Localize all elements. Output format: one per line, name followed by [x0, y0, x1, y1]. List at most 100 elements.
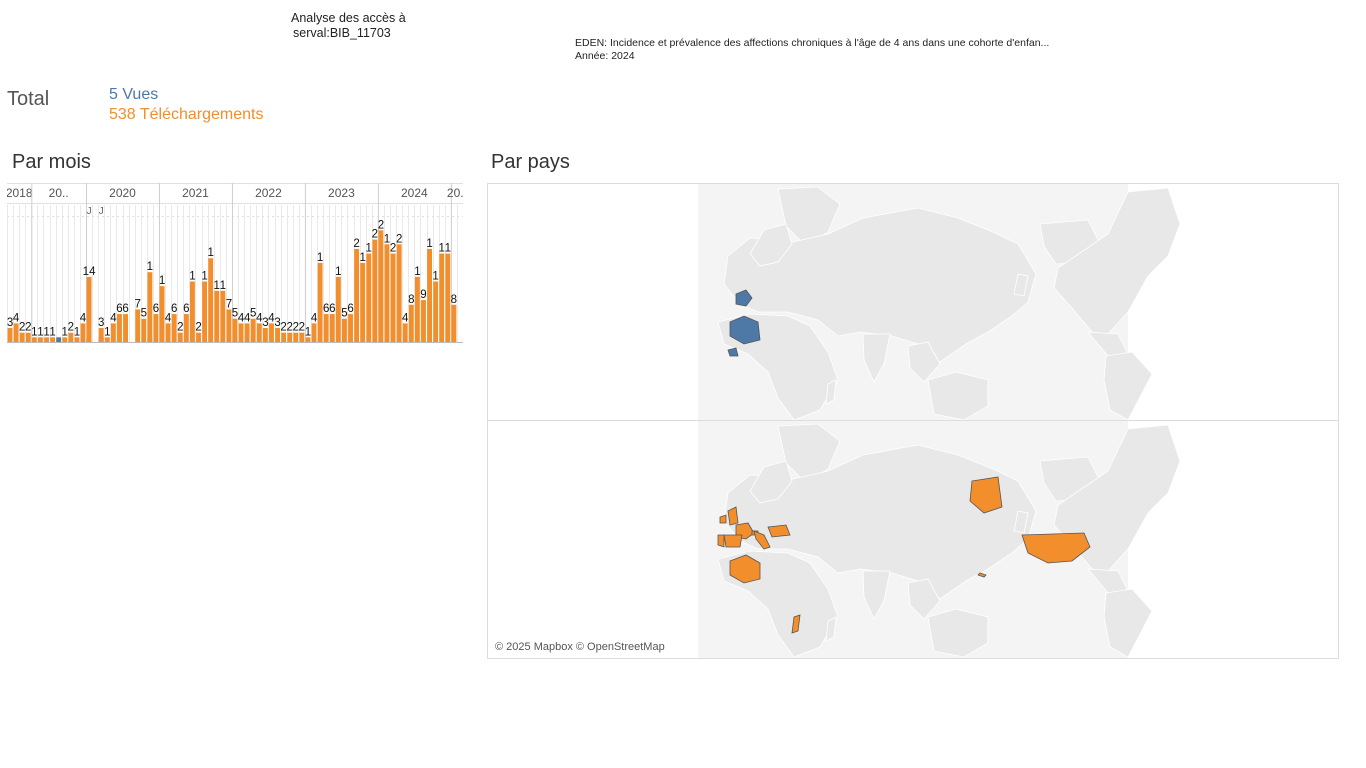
bar-telechargements [396, 244, 402, 342]
bar-telechargements [214, 290, 220, 342]
document-info: EDEN: Incidence et prévalence des affect… [575, 37, 1049, 63]
bar-data-label: 9 [420, 289, 426, 301]
map-downloads[interactable] [487, 420, 1339, 659]
month-label: J [99, 206, 104, 217]
bar-data-label: 1 [414, 266, 420, 278]
bar-telechargements [141, 318, 147, 342]
bar-telechargements [414, 276, 420, 342]
bar-telechargements [348, 314, 353, 342]
bar-telechargements [269, 323, 274, 342]
bar-telechargements [439, 253, 445, 342]
bar-data-label: 8 [451, 294, 457, 306]
bar-telechargements [123, 314, 128, 342]
bar-telechargements [226, 309, 232, 342]
bar-telechargements [360, 262, 366, 342]
bar-data-label: 6 [329, 303, 335, 315]
bar-data-label: 4 [80, 312, 87, 324]
year-label: 20.. [49, 186, 69, 200]
bar-telechargements [433, 281, 439, 342]
bar-data-label: 1 [445, 243, 451, 255]
bar-telechargements [250, 318, 256, 342]
bar-data-label: 14 [83, 266, 96, 278]
bar-data-label: 4 [402, 312, 409, 324]
bar-data-label: 1 [74, 326, 80, 338]
year-label: 2022 [255, 186, 282, 200]
bar-telechargements [80, 323, 86, 342]
bar-telechargements [293, 332, 299, 342]
total-label: Total [7, 88, 50, 110]
south-america-land [1103, 351, 1153, 420]
bar-telechargements [208, 258, 214, 342]
country-dl-portugal [717, 534, 725, 548]
bar-data-label: 1 [335, 266, 341, 278]
bar-telechargements [402, 323, 408, 342]
bar-telechargements [372, 239, 378, 342]
bar-data-label: 1 [104, 326, 110, 338]
bar-data-label: 1 [317, 252, 323, 264]
bar-telechargements [366, 253, 372, 342]
bar-telechargements [281, 332, 287, 342]
month-label: J [87, 206, 92, 217]
bar-telechargements [354, 248, 360, 342]
bar-telechargements [177, 332, 183, 342]
bar-telechargements [86, 276, 92, 342]
bar-telechargements [232, 318, 238, 342]
document-year: Année: 2024 [575, 50, 635, 62]
bar-telechargements [165, 323, 171, 342]
bar-data-label: 8 [408, 294, 414, 306]
bar-data-label: 1 [426, 238, 432, 250]
bar-telechargements [68, 332, 74, 342]
bar-data-label: 1 [147, 261, 153, 273]
bar-telechargements [190, 281, 195, 342]
bar-telechargements [335, 276, 341, 342]
bar-telechargements [384, 244, 390, 342]
year-label: 2024 [401, 186, 428, 200]
bar-data-label: 2 [396, 233, 402, 245]
bar-data-label: 1 [432, 271, 438, 283]
year-label: 2018 [7, 186, 33, 200]
bar-telechargements [451, 304, 457, 342]
map-views[interactable] [487, 183, 1339, 421]
section-title-by-month: Par mois [12, 151, 91, 173]
bar-data-label: 2 [378, 219, 384, 231]
bar-data-label: 6 [153, 303, 159, 315]
bar-telechargements [408, 304, 414, 342]
bar-telechargements [378, 230, 384, 342]
bar-data-label: 5 [141, 308, 147, 320]
bar-telechargements [287, 332, 293, 342]
bar-telechargements [323, 314, 329, 342]
bar-data-label: 4 [311, 312, 318, 324]
bar-telechargements [147, 272, 153, 342]
report-title-line1: Analyse des accès à [291, 11, 406, 25]
total-views[interactable]: 5 Vues [109, 86, 158, 104]
bar-data-label: 1 [366, 243, 372, 255]
bar-data-label: 6 [122, 303, 128, 315]
monthly-bar-chart[interactable]: 201820..2020202120222023202420..JJ342211… [7, 183, 463, 343]
bar-telechargements [329, 314, 335, 342]
bar-telechargements [117, 314, 122, 342]
bar-data-label: 6 [183, 303, 189, 315]
bar-telechargements [19, 332, 25, 342]
bar-telechargements [275, 328, 280, 342]
bar-data-label: 2 [177, 322, 183, 334]
bar-telechargements [202, 281, 208, 342]
report-title-line2: serval:BIB_11703 [293, 26, 391, 40]
bar-telechargements [342, 318, 347, 342]
year-label: 2021 [182, 186, 209, 200]
document-title: EDEN: Incidence et prévalence des affect… [575, 37, 1050, 49]
bar-data-label: 1 [49, 326, 55, 338]
bar-telechargements [183, 314, 189, 342]
country-dl-spain [723, 534, 743, 548]
bar-data-label: 1 [305, 326, 311, 338]
total-downloads[interactable]: 538 Téléchargements [109, 106, 263, 124]
bar-telechargements [299, 332, 305, 342]
year-label: 2020 [109, 186, 136, 200]
bar-data-label: 2 [195, 322, 201, 334]
bar-data-label: 2 [353, 238, 359, 250]
bar-telechargements [135, 309, 141, 342]
bar-telechargements [196, 332, 201, 342]
bar-data-label: 1 [159, 275, 165, 287]
bar-telechargements [238, 323, 244, 342]
bar-telechargements [390, 253, 396, 342]
bar-telechargements [220, 290, 226, 342]
